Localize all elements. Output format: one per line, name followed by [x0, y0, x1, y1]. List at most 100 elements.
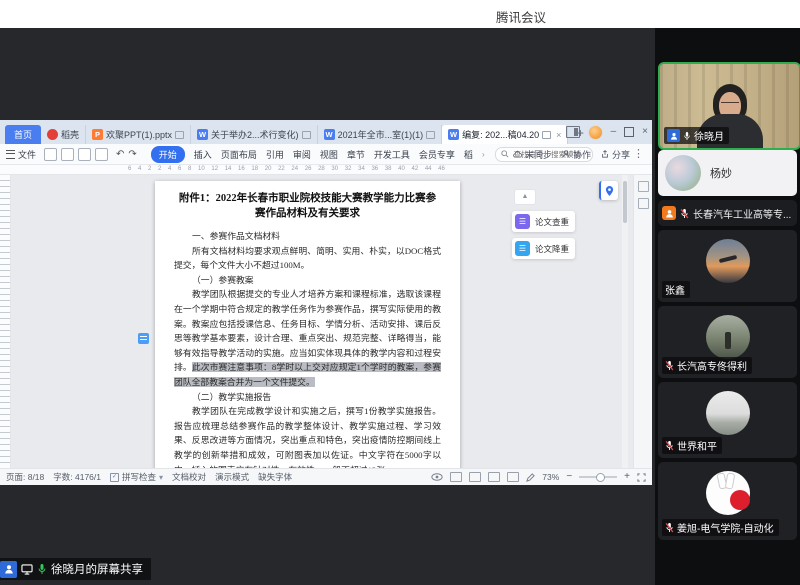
wps-window-controls: – ×: [566, 123, 648, 141]
paper-reduce-icon: ☰: [515, 241, 530, 256]
participant-tile[interactable]: 杨妙: [658, 150, 797, 196]
zoom-slider-knob[interactable]: [596, 473, 605, 482]
mic-muted-icon: [665, 440, 674, 451]
fullwidth-view-icon[interactable]: [507, 472, 519, 482]
doc-heading: （一）参赛教案: [174, 273, 441, 288]
more-options-icon[interactable]: ⋮: [633, 147, 644, 160]
document-page[interactable]: 附件1：2022年长春市职业院校技能大赛教学能力比赛参赛作品材料及有关要求 一、…: [155, 181, 460, 468]
menu-home[interactable]: 开始: [151, 146, 185, 163]
participant-tile[interactable]: 世界和平: [658, 382, 797, 458]
tab-doc-file-1[interactable]: W 关于举办2...术行变化): [191, 125, 318, 144]
export-icon[interactable]: [95, 148, 108, 161]
wps-tabbar: 首页 稻壳 P 欢聚PPT(1).pptx W 关于举办2...术行变化): [0, 120, 652, 144]
document-title: 附件1：2022年长春市职业院校技能大赛教学能力比赛参赛作品材料及有关要求: [174, 191, 441, 221]
quick-access-toolbar: [44, 148, 108, 161]
chevron-right-icon[interactable]: ›: [482, 150, 485, 159]
sharer-badge-icon: [0, 561, 17, 578]
side-panel-icon[interactable]: [566, 126, 580, 138]
share-button[interactable]: 分享: [601, 148, 630, 161]
screen-share-banner: 徐晓月的屏幕共享: [0, 558, 151, 580]
zoom-in-button[interactable]: +: [624, 473, 630, 481]
tab-doc-file-active[interactable]: W 编复: 202...稿04.20 ×: [442, 125, 568, 144]
tencent-meeting-window: 腾讯会议 首页 稻壳 P 欢聚PPT(1).pptx: [0, 0, 800, 585]
zoom-level[interactable]: 73%: [542, 472, 559, 482]
undo-redo-buttons[interactable]: ↶↷: [116, 149, 141, 160]
menu-references[interactable]: 引用: [266, 148, 284, 161]
panel-tab-icon[interactable]: [638, 198, 649, 209]
participant-tile[interactable]: 长春汽车工业高等专...: [658, 200, 797, 226]
missing-font-button[interactable]: 缺失字体: [258, 471, 292, 483]
zoom-out-button[interactable]: −: [566, 473, 572, 481]
print-icon[interactable]: [61, 148, 74, 161]
meeting-titlebar: 腾讯会议: [0, 0, 800, 28]
avatar: [665, 155, 701, 191]
word-file-icon: W: [197, 129, 208, 140]
paper-reduce-button[interactable]: ☰ 论文降重: [512, 238, 575, 259]
close-window-button[interactable]: ×: [642, 127, 648, 137]
proofread-button[interactable]: 文档校对: [172, 471, 206, 483]
participant-tile[interactable]: 姜旭-电气学院-自动化: [658, 462, 797, 540]
tab-ppt-file[interactable]: P 欢聚PPT(1).pptx: [86, 125, 191, 144]
panel-tab-icon[interactable]: [638, 181, 649, 192]
document-area: 附件1：2022年长春市职业院校技能大赛教学能力比赛参赛作品材料及有关要求 一、…: [0, 175, 652, 468]
mic-on-icon: [37, 563, 47, 575]
mic-muted-icon: [665, 522, 674, 533]
close-tab-icon[interactable]: ×: [556, 130, 561, 140]
participant-name: 长春汽车工业高等专...: [693, 206, 791, 221]
menu-dev-tools[interactable]: 开发工具: [374, 148, 410, 161]
word-count: 字数: 4176/1: [53, 471, 101, 483]
paper-check-button[interactable]: ☰ 论文查重: [512, 211, 575, 232]
paper-check-icon: ☰: [515, 214, 530, 229]
comment-marker-icon[interactable]: [138, 333, 149, 344]
doc-paragraph: 教学团队根据提交的专业人才培养方案和课程标准，选取该课程在一个学期中符合规定的教…: [174, 287, 441, 389]
sync-status-button[interactable]: 未同步: [513, 148, 552, 161]
participant-nametag: 姜旭-电气学院-自动化: [662, 519, 779, 536]
collapse-panel-button[interactable]: ▲: [514, 189, 536, 205]
participant-tile[interactable]: 长汽高专佟得利: [658, 306, 797, 378]
collaborate-button[interactable]: 协作: [562, 148, 591, 161]
wps-statusbar: 页面: 8/18 字数: 4176/1 ✓ 拼写检查 ▾ 文档校对 演示模式 缺…: [0, 468, 652, 485]
outline-view-icon[interactable]: [469, 472, 481, 482]
statusbar-left: 页面: 8/18 字数: 4176/1 ✓ 拼写检查 ▾ 文档校对 演示模式 缺…: [6, 471, 292, 483]
edit-pen-icon[interactable]: [526, 473, 535, 482]
paper-tools-panel: ▲ ☰ 论文查重 ☰ 论文降重: [512, 189, 604, 265]
ribbon-menu: 开始 插入 页面布局 引用 审阅 视图 章节 开发工具 会员专享 稻 ›: [151, 146, 485, 163]
menu-review[interactable]: 审阅: [293, 148, 311, 161]
spellcheck-toggle[interactable]: ✓ 拼写检查 ▾: [110, 471, 163, 483]
participant-name: 徐晓月: [694, 128, 724, 143]
locate-pin-button[interactable]: [599, 181, 618, 200]
wps-right-panel-strip: [633, 175, 652, 468]
presentation-mode-button[interactable]: 演示模式: [215, 471, 249, 483]
print-preview-icon[interactable]: [78, 148, 91, 161]
participant-name: 世界和平: [677, 438, 717, 453]
page-view-icon[interactable]: [450, 472, 462, 482]
menu-insert[interactable]: 插入: [194, 148, 212, 161]
participant-tile[interactable]: 张鑫: [658, 230, 797, 302]
menu-member[interactable]: 会员专享: [419, 148, 455, 161]
menu-section[interactable]: 章节: [347, 148, 365, 161]
tab-docer[interactable]: 稻壳: [41, 125, 86, 144]
doc-heading: （二）教学实施报告: [174, 390, 441, 405]
scrollbar-thumb[interactable]: [623, 181, 627, 223]
hamburger-icon: [6, 150, 15, 159]
web-view-icon[interactable]: [488, 472, 500, 482]
tab-home[interactable]: 首页: [5, 125, 41, 144]
file-menu[interactable]: 文件: [6, 148, 36, 161]
restore-button[interactable]: [624, 127, 634, 137]
participant-nametag: 张鑫: [662, 281, 690, 298]
minimize-button[interactable]: –: [611, 127, 617, 137]
menu-docer-res[interactable]: 稻: [464, 148, 473, 161]
fullscreen-icon[interactable]: [637, 473, 646, 482]
tab-doc-file-2[interactable]: W 2021年全市...室(1)(1): [318, 125, 443, 144]
docer-icon: [47, 129, 58, 140]
video-person-glasses: [721, 102, 739, 106]
save-icon[interactable]: [44, 148, 57, 161]
menu-page-layout[interactable]: 页面布局: [221, 148, 257, 161]
eye-protect-icon[interactable]: [431, 473, 443, 481]
menu-view[interactable]: 视图: [320, 148, 338, 161]
zoom-slider[interactable]: [579, 476, 617, 478]
vertical-scrollbar[interactable]: [622, 175, 628, 468]
participant-tile-video[interactable]: 徐晓月: [658, 62, 800, 150]
wps-account-avatar[interactable]: [588, 125, 603, 140]
checkbox-icon: ✓: [110, 473, 119, 482]
